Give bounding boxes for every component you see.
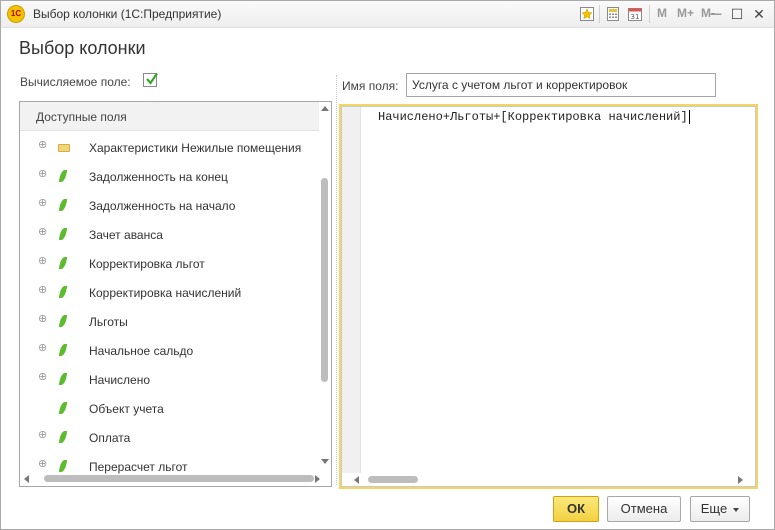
leaf-icon (58, 170, 68, 182)
tree-item[interactable]: ⊕ Оплата (20, 423, 319, 452)
expression-editor-frame: Начислено+Льготы+[Корректировка начислен… (341, 106, 756, 487)
expand-plus-icon[interactable]: ⊕ (38, 343, 47, 354)
leaf-icon (58, 315, 68, 327)
scroll-left-arrow-icon[interactable] (24, 475, 29, 483)
page-title: Выбор колонки (19, 38, 146, 58)
tree-item-label: Зачет аванса (89, 228, 163, 242)
calculated-field-checkbox[interactable] (143, 72, 158, 87)
chevron-down-icon (733, 507, 740, 512)
minimize-button[interactable]: — (706, 4, 726, 24)
ok-button[interactable]: ОК (553, 496, 599, 522)
expand-plus-icon[interactable]: ⊕ (38, 314, 47, 325)
leaf-icon (58, 373, 68, 385)
expand-plus-icon[interactable]: ⊕ (38, 256, 47, 267)
tree-item[interactable]: ⊕ Корректировка начислений (20, 278, 319, 307)
memory-plus-button[interactable]: M+ (677, 6, 694, 20)
dialog-window: 1С Выбор колонки (1С:Предприятие) 31 M M… (0, 0, 775, 530)
horizontal-scrollbar[interactable] (20, 472, 331, 486)
tree-item[interactable]: ⊕ Задолженность на конец (20, 162, 319, 191)
toolbar-separator (649, 5, 650, 23)
expand-plus-icon[interactable]: ⊕ (38, 430, 47, 441)
tree-item[interactable]: ⊕ Корректировка льгот (20, 249, 319, 278)
leaf-icon (58, 460, 68, 472)
expand-plus-icon[interactable]: ⊕ (38, 140, 47, 151)
tree-item-label: Льготы (89, 315, 128, 329)
editor-horizontal-scrollbar[interactable] (342, 473, 755, 487)
scroll-up-arrow-icon[interactable] (321, 106, 329, 111)
leaf-icon (58, 344, 68, 356)
tree-item-label: Объект учета (89, 402, 164, 416)
expand-plus-icon[interactable]: ⊕ (38, 227, 47, 238)
expression-text[interactable]: Начислено+Льготы+[Корректировка начислен… (378, 110, 690, 124)
scroll-thumb[interactable] (368, 476, 418, 483)
tree-item[interactable]: Объект учета (20, 394, 319, 423)
window-title: Выбор колонки (1С:Предприятие) (33, 7, 222, 21)
tree-item[interactable]: ⊕ Зачет аванса (20, 220, 319, 249)
field-name-label: Имя поля: (342, 79, 399, 93)
tree-item-label: Задолженность на начало (89, 199, 236, 213)
leaf-icon (58, 228, 68, 240)
more-button[interactable]: Еще (690, 496, 750, 522)
panel-splitter[interactable] (336, 75, 338, 485)
scroll-left-arrow-icon[interactable] (354, 476, 359, 484)
tree-item[interactable]: ⊕ Начальное сальдо (20, 336, 319, 365)
app-logo-icon: 1С (7, 5, 25, 23)
calculator-icon[interactable] (605, 6, 621, 22)
tree-item[interactable]: ⊕ Задолженность на начало (20, 191, 319, 220)
tree-item[interactable]: ⊕ Начислено (20, 365, 319, 394)
svg-text:31: 31 (631, 13, 640, 21)
calendar-icon[interactable]: 31 (627, 6, 643, 22)
check-mark-icon (146, 72, 158, 85)
tree-item[interactable]: ⊕ Характеристики Нежилые помещения (20, 133, 319, 162)
memory-button[interactable]: M (657, 6, 667, 20)
scroll-thumb[interactable] (321, 178, 328, 382)
expand-plus-icon[interactable]: ⊕ (38, 459, 47, 470)
editor-gutter (342, 107, 361, 473)
leaf-icon (58, 286, 68, 298)
field-name-input[interactable]: Услуга с учетом льгот и корректировок (406, 73, 716, 97)
text-caret (688, 110, 690, 124)
tree-item-label: Корректировка льгот (89, 257, 205, 271)
tree-item-label: Начальное сальдо (89, 344, 194, 358)
maximize-button[interactable]: ☐ (727, 4, 747, 24)
tree-item-label: Задолженность на конец (89, 170, 228, 184)
scroll-right-arrow-icon[interactable] (738, 476, 743, 484)
leaf-icon (58, 257, 68, 269)
leaf-icon (58, 402, 68, 414)
expand-plus-icon[interactable]: ⊕ (38, 285, 47, 296)
expand-plus-icon[interactable]: ⊕ (38, 198, 47, 209)
vertical-scrollbar[interactable] (319, 102, 331, 472)
tree-item-label: Характеристики Нежилые помещения (89, 141, 302, 155)
title-bar: 1С Выбор колонки (1С:Предприятие) 31 M M… (1, 1, 774, 28)
tree-item-label: Оплата (89, 431, 131, 445)
scroll-right-arrow-icon[interactable] (315, 475, 320, 483)
tree-item-label: Начислено (89, 373, 151, 387)
available-fields-header: Доступные поля (20, 102, 319, 131)
tree-item[interactable]: ⊕ Льготы (20, 307, 319, 336)
leaf-icon (58, 199, 68, 211)
available-fields-header-label: Доступные поля (36, 110, 127, 124)
expression-editor[interactable]: Начислено+Льготы+[Корректировка начислен… (339, 104, 758, 489)
folder-icon (58, 144, 70, 152)
more-button-label: Еще (700, 501, 728, 516)
close-button[interactable]: ✕ (749, 4, 769, 24)
scroll-down-arrow-icon[interactable] (321, 459, 329, 464)
expand-plus-icon[interactable]: ⊕ (38, 372, 47, 383)
tree-item-label: Корректировка начислений (89, 286, 242, 300)
scroll-thumb[interactable] (44, 475, 314, 482)
leaf-icon (58, 431, 68, 443)
cancel-button[interactable]: Отмена (607, 496, 681, 522)
calculated-field-label: Вычисляемое поле: (20, 75, 131, 89)
available-fields-panel: Доступные поля ⊕ Характеристики Нежилые п… (19, 101, 332, 487)
expand-plus-icon[interactable]: ⊕ (38, 169, 47, 180)
bookmark-star-icon[interactable] (579, 6, 595, 22)
toolbar-separator (599, 5, 600, 23)
